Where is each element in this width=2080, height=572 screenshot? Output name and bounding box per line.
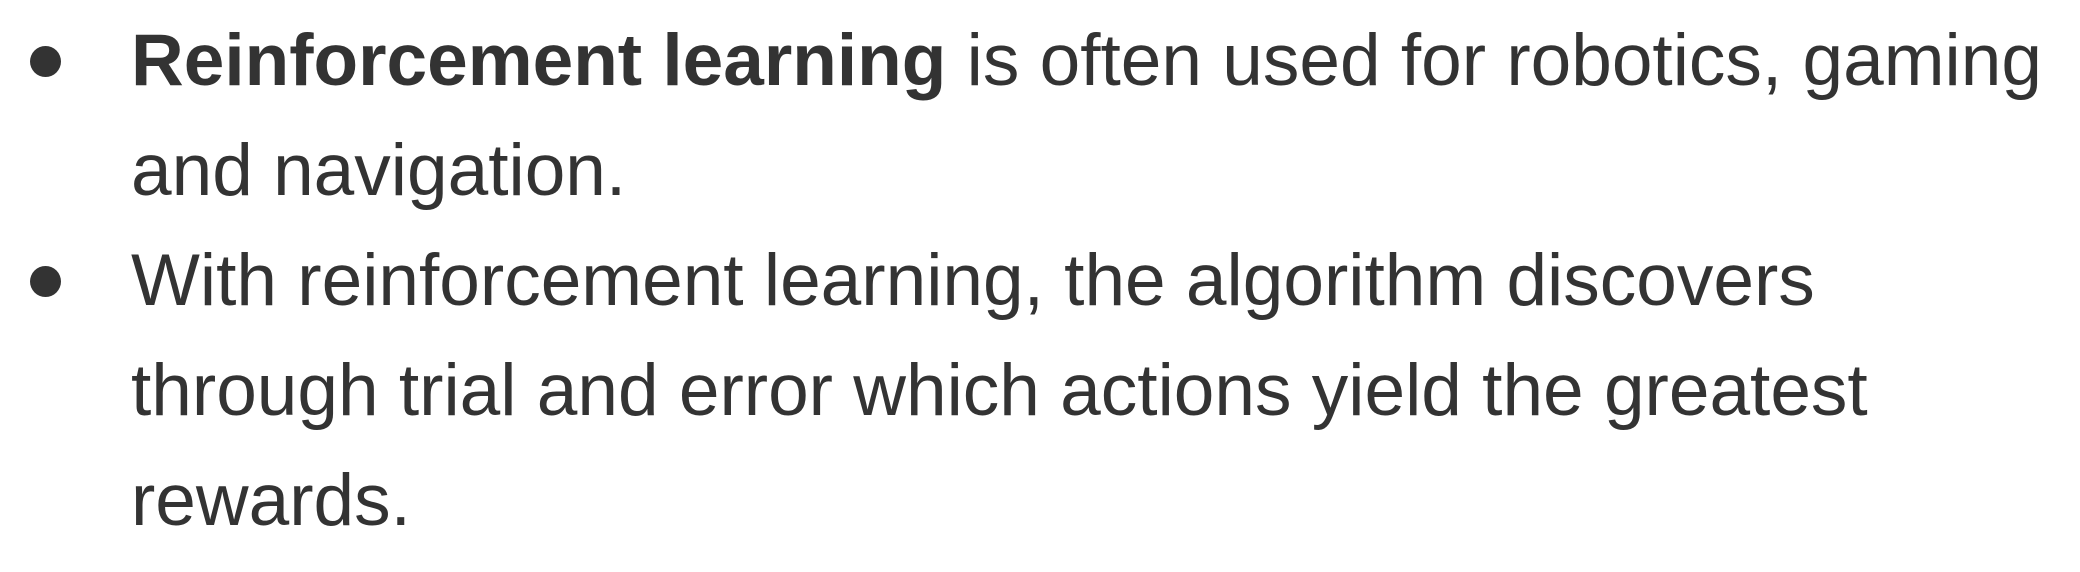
bullet-item: With reinforcement learning, the algorit… [0,226,2080,556]
bullet-item: Reinforcement learning is often used for… [0,6,2080,226]
bullet-list: Reinforcement learning is often used for… [0,0,2080,556]
slide: Reinforcement learning is often used for… [0,0,2080,572]
bullet-bold-text: Reinforcement learning [131,20,947,101]
bullet-text: With reinforcement learning, the algorit… [131,240,1868,541]
bullet-icon [30,266,61,297]
bullet-icon [30,46,61,77]
